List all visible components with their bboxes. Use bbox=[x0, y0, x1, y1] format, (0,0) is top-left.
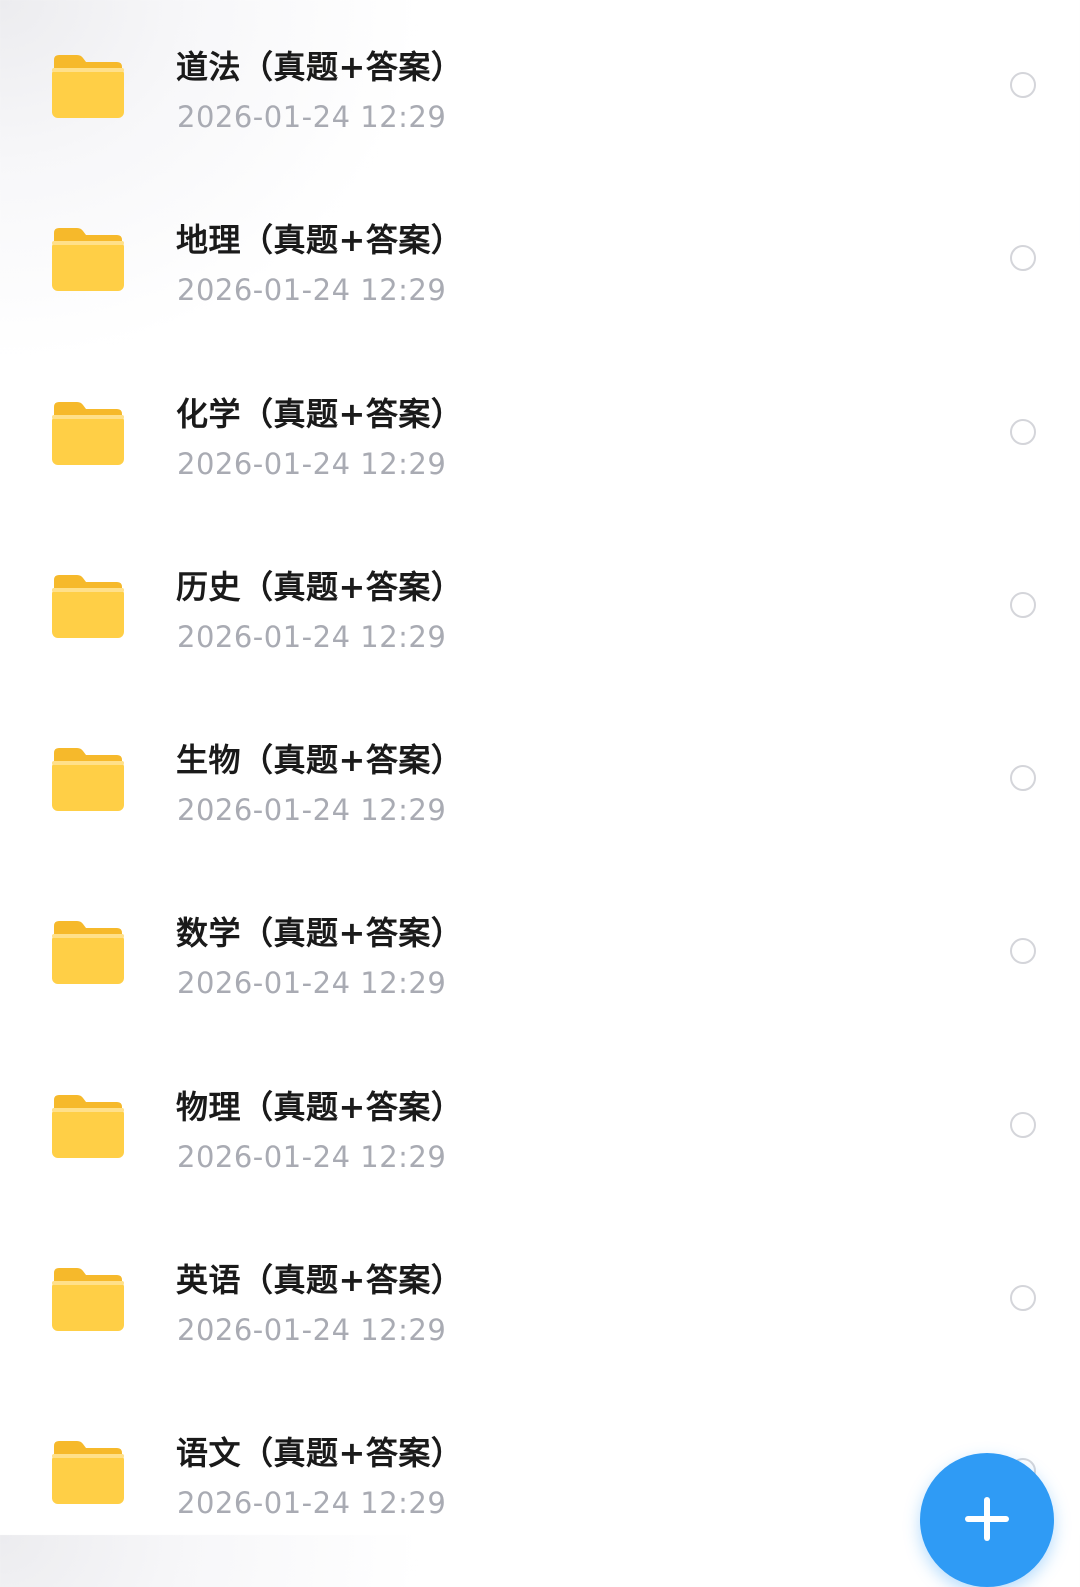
file-date: 2026-01-24 12:29 bbox=[177, 1486, 447, 1521]
select-radio[interactable] bbox=[1010, 72, 1036, 98]
file-date: 2026-01-24 12:29 bbox=[177, 1139, 447, 1174]
file-name: 英语（真题+答案） bbox=[176, 1261, 464, 1300]
folder-icon bbox=[52, 228, 124, 292]
select-radio[interactable] bbox=[1010, 938, 1036, 965]
list-item[interactable]: 化学（真题+答案） 2026-01-24 12:29 bbox=[0, 347, 1080, 520]
file-name: 地理（真题+答案） bbox=[176, 221, 464, 260]
list-item[interactable]: 历史（真题+答案） 2026-01-24 12:29 bbox=[0, 520, 1080, 693]
file-list: 道法（真题+答案） 2026-01-24 12:29 地理（真题+答案） 202… bbox=[0, 0, 1080, 1535]
file-name: 数学（真题+答案） bbox=[176, 914, 464, 953]
file-name: 生物（真题+答案） bbox=[176, 741, 464, 780]
file-date: 2026-01-24 12:29 bbox=[177, 793, 447, 828]
file-name: 物理（真题+答案） bbox=[176, 1087, 464, 1126]
list-item[interactable]: 数学（真题+答案） 2026-01-24 12:29 bbox=[0, 866, 1080, 1039]
plus-icon bbox=[965, 1497, 1009, 1541]
select-radio[interactable] bbox=[1010, 591, 1036, 618]
list-item[interactable]: 生物（真题+答案） 2026-01-24 12:29 bbox=[0, 693, 1080, 866]
list-item[interactable]: 道法（真题+答案） 2026-01-24 12:29 bbox=[0, 0, 1080, 173]
folder-icon bbox=[52, 1268, 124, 1332]
folder-icon bbox=[52, 1094, 124, 1158]
file-date: 2026-01-24 12:29 bbox=[177, 619, 447, 654]
file-name: 化学（真题+答案） bbox=[176, 394, 464, 433]
select-radio[interactable] bbox=[1010, 1285, 1036, 1312]
folder-icon bbox=[52, 401, 124, 465]
folder-icon bbox=[52, 748, 124, 812]
select-radio[interactable] bbox=[1010, 245, 1036, 272]
file-name: 道法（真题+答案） bbox=[176, 48, 464, 86]
folder-icon bbox=[52, 574, 124, 638]
add-button[interactable] bbox=[920, 1453, 1054, 1587]
list-item[interactable]: 英语（真题+答案） 2026-01-24 12:29 bbox=[0, 1213, 1080, 1386]
list-item[interactable]: 语文（真题+答案） 2026-01-24 12:29 bbox=[0, 1386, 1080, 1559]
select-radio[interactable] bbox=[1010, 765, 1036, 792]
file-date: 2026-01-24 12:29 bbox=[177, 100, 447, 134]
file-date: 2026-01-24 12:29 bbox=[177, 273, 447, 308]
list-item[interactable]: 地理（真题+答案） 2026-01-24 12:29 bbox=[0, 173, 1080, 346]
file-date: 2026-01-24 12:29 bbox=[177, 1313, 447, 1348]
folder-icon bbox=[52, 55, 124, 118]
folder-icon bbox=[52, 1441, 124, 1505]
folder-icon bbox=[52, 921, 124, 985]
file-name: 历史（真题+答案） bbox=[176, 567, 464, 606]
select-radio[interactable] bbox=[1010, 1111, 1036, 1138]
select-radio[interactable] bbox=[1010, 418, 1036, 445]
file-date: 2026-01-24 12:29 bbox=[177, 966, 447, 1001]
file-name: 语文（真题+答案） bbox=[176, 1434, 464, 1473]
list-item[interactable]: 物理（真题+答案） 2026-01-24 12:29 bbox=[0, 1040, 1080, 1213]
file-date: 2026-01-24 12:29 bbox=[177, 446, 447, 481]
